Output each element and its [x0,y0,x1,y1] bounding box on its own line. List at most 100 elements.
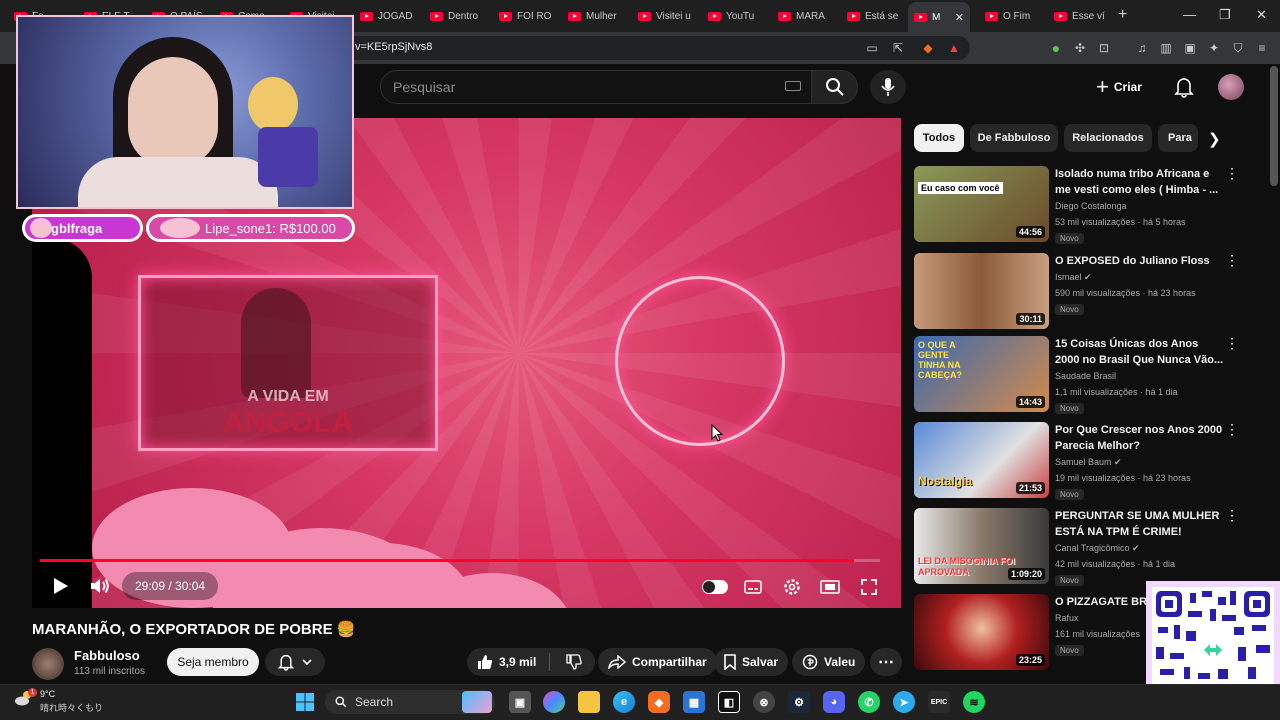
windows-start-icon[interactable] [294,691,316,713]
share-button[interactable]: Compartilhar [598,648,717,676]
restore-icon[interactable]: ❐ [1219,7,1231,23]
recommendation-item[interactable]: 30:11 O EXPOSED do Juliano Floss Ismael … [914,253,1270,333]
more-vert-icon[interactable]: ⋮ [1225,253,1239,267]
steam-icon[interactable]: ⚙ [788,691,810,713]
create-button[interactable]: + Criar [1096,72,1160,102]
browser-tab[interactable]: YouTu [708,4,764,28]
theater-mode-button[interactable] [819,576,841,598]
video-thumbnail[interactable]: Nostalgia 21:53 [914,422,1049,498]
channel-avatar[interactable] [32,648,64,680]
browser-tab[interactable]: MARA [778,4,830,28]
more-vert-icon[interactable]: ⋮ [1225,336,1239,350]
menu-icon[interactable]: ≡ [1254,40,1270,56]
telegram-icon[interactable]: ➤ [893,691,915,713]
video-thumbnail[interactable]: Eu caso com você 44:56 [914,166,1049,242]
edge-icon[interactable]: e [613,691,635,713]
verified-icon: ✔ [1114,457,1122,467]
more-vert-icon[interactable]: ⋮ [1225,166,1239,180]
epic-games-icon[interactable]: EPIC [928,691,950,713]
close-tab-icon[interactable]: ✕ [955,11,964,24]
copilot-icon[interactable] [543,691,565,713]
sidebar-icon[interactable]: ▥ [1158,40,1174,56]
search-button[interactable] [812,70,858,104]
wallet-icon[interactable]: ▣ [1182,40,1198,56]
extension-green-icon[interactable]: ● [1048,40,1064,56]
more-vert-icon[interactable]: ⋮ [1225,422,1239,436]
subscription-bell-button[interactable] [265,648,325,676]
chip-related[interactable]: Relacionados [1064,124,1152,152]
channel-name[interactable]: Fabbuloso [74,648,140,663]
keyboard-icon[interactable] [785,81,801,91]
play-icon[interactable] [48,574,72,598]
chevron-right-icon[interactable]: ❯ [1208,130,1221,148]
browser-tab[interactable]: Está se [847,4,899,28]
brave-icon[interactable]: ◆ [648,691,670,713]
fullscreen-button[interactable] [858,576,880,598]
more-vert-icon[interactable]: ⋮ [1225,508,1239,522]
browser-tab[interactable]: Dentro [430,4,486,28]
browser-tab[interactable]: JOGAD [360,4,416,28]
close-window-icon[interactable]: ✕ [1256,7,1267,23]
video-thumbnail[interactable]: 30:11 [914,253,1049,329]
new-tab-icon[interactable]: + [1118,6,1127,24]
settings-button[interactable] [781,576,803,598]
scrollbar[interactable] [1270,66,1278,186]
chip-for-you[interactable]: Para [1158,124,1198,152]
rewards-icon[interactable]: ▲ [946,40,962,56]
recommendation-item[interactable]: Eu caso com você 44:56 Isolado numa trib… [914,166,1270,246]
spotify-icon[interactable]: ≋ [963,691,985,713]
cast-icon[interactable]: ▭ [864,40,880,56]
video-thumbnail[interactable]: 23:25 [914,594,1049,670]
vpn-icon[interactable]: ⛉ [1230,40,1246,56]
youtube-icon [430,11,443,21]
user-avatar[interactable] [1218,74,1244,100]
chip-all[interactable]: Todos [914,124,964,152]
whatsapp-icon[interactable]: ✆ [858,691,880,713]
browser-tab[interactable]: Visitei u [638,4,694,28]
subtitles-button[interactable] [742,576,764,598]
browser-tab[interactable]: FOI RO [499,4,555,28]
share-icon[interactable]: ⇱ [890,40,906,56]
volume-icon[interactable] [88,574,112,598]
thanks-button[interactable]: Valeu [792,648,866,676]
notifications-bell-icon[interactable] [1174,76,1194,98]
recommendation-channel: Samuel Baum ✔ [1055,457,1122,467]
youtube-icon [499,11,512,21]
discord-icon[interactable]: ◕ [823,691,845,713]
voice-search-button[interactable] [870,70,906,104]
leo-icon[interactable]: ✦ [1206,40,1222,56]
widgets-icon[interactable] [462,691,492,713]
task-view-icon[interactable]: ▣ [509,691,531,713]
extensions-icon[interactable]: ✣ [1072,40,1088,56]
capcut-icon[interactable]: ◧ [718,691,740,713]
video-title: MARANHÃO, O EXPORTADOR DE POBRE 🍔 [32,621,356,638]
minimize-icon[interactable]: — [1183,7,1196,22]
progress-bar[interactable] [40,559,880,562]
new-badge: Novo [1055,403,1084,414]
store-icon[interactable]: ▦ [683,691,705,713]
browser-tab-active[interactable]: M ✕ [908,2,970,32]
media-icon[interactable]: ♫ [1134,40,1150,56]
save-button[interactable]: Salvar [714,648,789,676]
join-button[interactable]: Seja membro [167,648,259,676]
chip-from-channel[interactable]: De Fabbuloso [970,124,1058,152]
browser-tab[interactable]: Mulher [568,4,624,28]
weather-temperature: 9°C [40,689,56,699]
more-actions-icon[interactable]: ⋯ [870,648,902,676]
video-thumbnail[interactable]: O QUE A GENTE TINHA NA CABEÇA? 14:43 [914,336,1049,412]
browser-tab[interactable]: Esse ví [1054,4,1110,28]
video-thumbnail[interactable]: LEI DA MISOGINIA FOI APROVADA 1:09:20 [914,508,1049,584]
thumbs-up-icon[interactable] [477,654,493,670]
autoplay-toggle[interactable] [702,580,728,594]
recommendation-item[interactable]: LEI DA MISOGINIA FOI APROVADA 1:09:20 PE… [914,508,1270,588]
like-count[interactable]: 3,9 mil [499,655,536,669]
brave-shield-icon[interactable]: ◆ [920,40,936,56]
tab-search-icon[interactable]: ⊡ [1096,40,1112,56]
file-explorer-icon[interactable] [578,691,600,713]
recommendation-item[interactable]: Nostalgia 21:53 Por Que Crescer nos Anos… [914,422,1270,502]
app-icon[interactable]: ⊗ [753,691,775,713]
thumbs-down-icon[interactable] [566,654,583,670]
youtube-icon [985,11,998,21]
recommendation-item[interactable]: O QUE A GENTE TINHA NA CABEÇA? 14:43 15 … [914,336,1270,416]
browser-tab[interactable]: O Fim [985,4,1041,28]
